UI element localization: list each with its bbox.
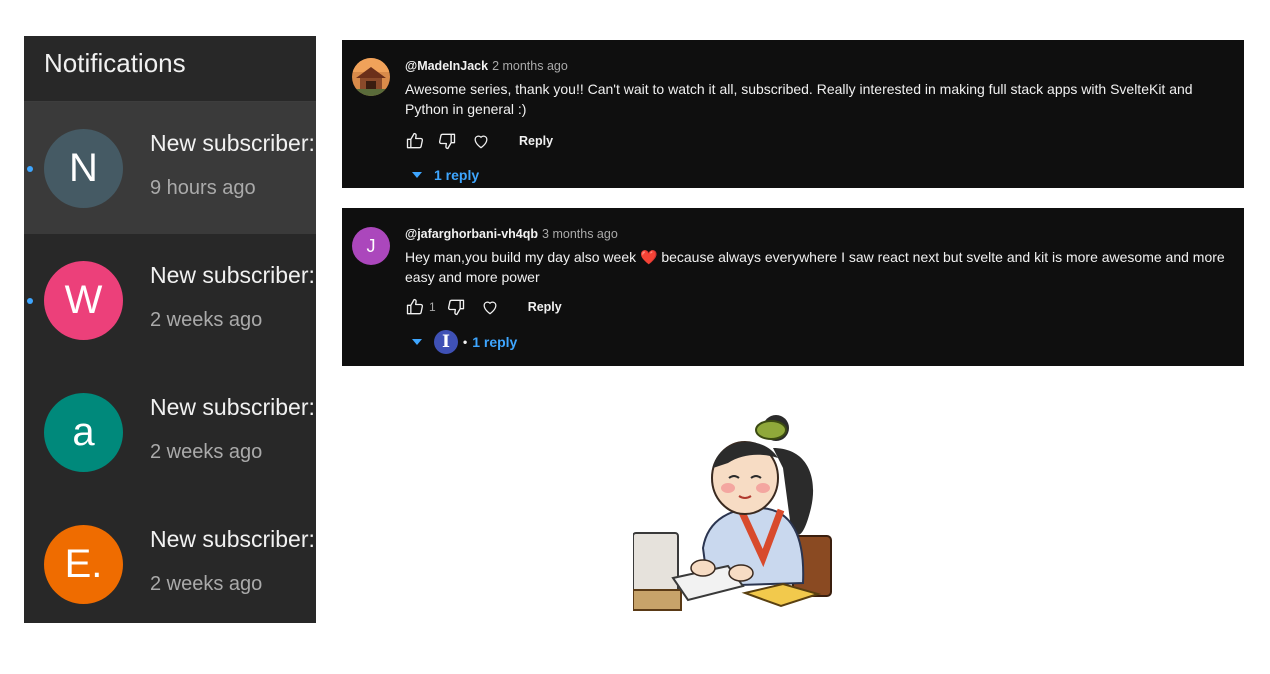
commenter-avatar[interactable]: J bbox=[352, 227, 390, 265]
notifications-header: Notifications bbox=[24, 36, 316, 102]
notification-item[interactable]: W New subscriber: 2 weeks ago bbox=[24, 234, 316, 366]
comment-header: @jafarghorbani-vh4qb 3 months ago bbox=[405, 227, 618, 241]
avatar-photo bbox=[352, 58, 390, 96]
notification-time: 2 weeks ago bbox=[150, 441, 263, 463]
replies-count: 1 reply bbox=[472, 334, 518, 350]
caret-down-icon bbox=[412, 172, 422, 178]
notification-item[interactable]: a New subscriber: 2 weeks ago bbox=[24, 366, 316, 498]
dislike-icon[interactable] bbox=[446, 297, 466, 317]
comment-time[interactable]: 2 months ago bbox=[492, 59, 568, 73]
notification-time: 2 weeks ago bbox=[150, 573, 263, 595]
separator-dot: • bbox=[463, 335, 468, 349]
comment-text: Awesome series, thank you!! Can't wait t… bbox=[405, 81, 1193, 117]
avatar: a bbox=[44, 393, 123, 472]
notification-item[interactable]: N New subscriber: 9 hours ago bbox=[24, 102, 316, 234]
comment-text-part: Hey man,you build my day also week bbox=[405, 249, 640, 265]
comment-time[interactable]: 3 months ago bbox=[542, 227, 618, 241]
view-replies-button[interactable]: 1 reply bbox=[412, 167, 479, 183]
notification-text: New subscriber: bbox=[150, 394, 315, 420]
comment-text: Hey man,you build my day also week ❤️ be… bbox=[405, 247, 1237, 287]
notification-item[interactable]: E. New subscriber: 2 weeks ago bbox=[24, 498, 316, 623]
comment-header: @MadeInJack 2 months ago bbox=[405, 59, 568, 73]
replier-avatar: I bbox=[434, 330, 458, 354]
heart-icon[interactable] bbox=[471, 131, 491, 151]
comment-username[interactable]: @MadeInJack bbox=[405, 59, 488, 73]
heart-emoji: ❤️ bbox=[640, 249, 658, 265]
like-icon[interactable] bbox=[405, 297, 425, 317]
comment-actions: Reply bbox=[405, 131, 553, 151]
reply-button[interactable]: Reply bbox=[519, 134, 553, 148]
unread-dot bbox=[27, 298, 33, 304]
scholar-at-computer-illustration bbox=[632, 415, 832, 611]
like-icon[interactable] bbox=[405, 131, 425, 151]
caret-down-icon bbox=[412, 339, 422, 345]
reply-button[interactable]: Reply bbox=[528, 300, 562, 314]
comment-username[interactable]: @jafarghorbani-vh4qb bbox=[405, 227, 538, 241]
like-count: 1 bbox=[429, 300, 436, 314]
comment-card: @MadeInJack 2 months ago Awesome series, … bbox=[342, 40, 1244, 188]
notification-text: New subscriber: bbox=[150, 526, 315, 552]
illustration bbox=[632, 408, 838, 616]
view-replies-button[interactable]: I • 1 reply bbox=[412, 330, 517, 354]
unread-dot bbox=[27, 166, 33, 172]
replies-count: 1 reply bbox=[434, 167, 480, 183]
avatar: N bbox=[44, 129, 123, 208]
notification-text: New subscriber: bbox=[150, 130, 315, 156]
comment-actions: 1 Reply bbox=[405, 297, 562, 317]
notification-time: 2 weeks ago bbox=[150, 309, 263, 331]
dislike-icon[interactable] bbox=[437, 131, 457, 151]
avatar: E. bbox=[44, 525, 123, 604]
avatar: W bbox=[44, 261, 123, 340]
notifications-title: Notifications bbox=[44, 48, 186, 78]
comment-card: J @jafarghorbani-vh4qb 3 months ago Hey m… bbox=[342, 208, 1244, 366]
notifications-panel: Notifications N New subscriber: 9 hours … bbox=[24, 36, 316, 623]
notification-time: 9 hours ago bbox=[150, 177, 256, 199]
notification-text: New subscriber: bbox=[150, 262, 315, 288]
commenter-avatar[interactable] bbox=[352, 58, 390, 96]
heart-icon[interactable] bbox=[480, 297, 500, 317]
